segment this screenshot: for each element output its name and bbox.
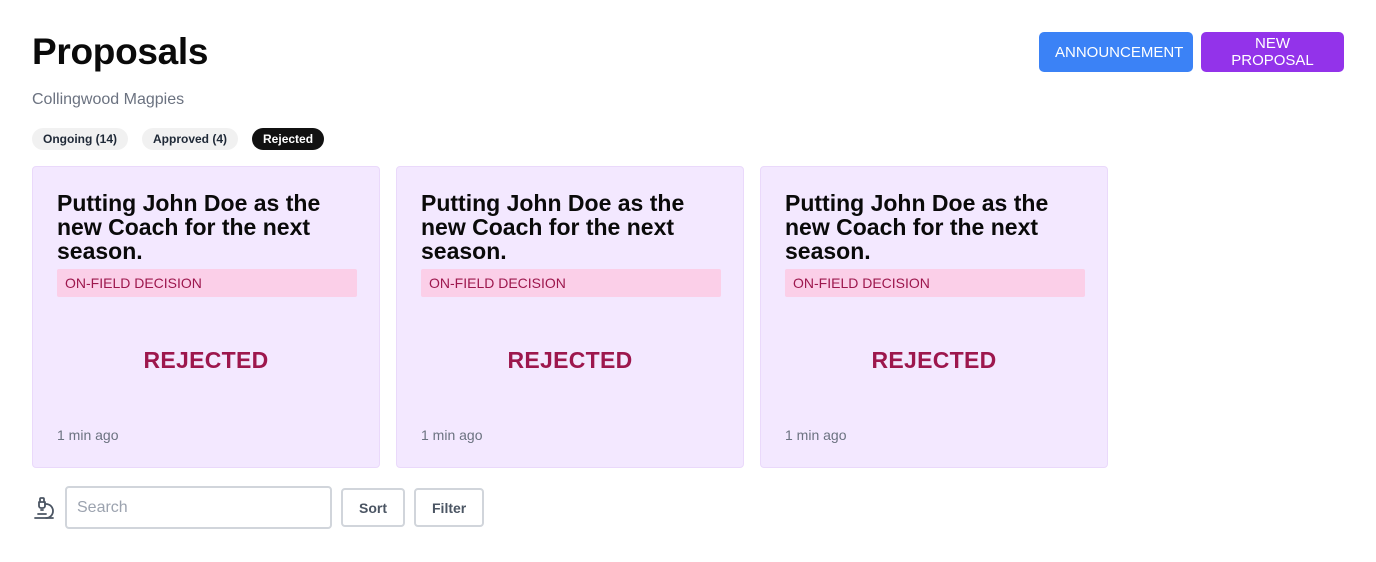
status-label: REJECTED — [871, 347, 997, 373]
tab-ongoing[interactable]: Ongoing (14) — [32, 128, 128, 150]
proposal-card[interactable]: Putting John Doe as the new Coach for th… — [760, 166, 1108, 468]
new-proposal-button[interactable]: NEW PROPOSAL — [1201, 32, 1344, 72]
filter-button[interactable]: Filter — [414, 488, 485, 527]
proposal-title: Putting John Doe as the new Coach for th… — [785, 190, 1049, 264]
tab-approved[interactable]: Approved (4) — [142, 128, 239, 150]
timestamp: 1 min ago — [57, 427, 119, 443]
search-toolbar: Sort Filter — [32, 486, 485, 529]
page-title: Proposals — [32, 31, 209, 72]
proposal-card[interactable]: Putting John Doe as the new Coach for th… — [396, 166, 744, 468]
status-label: REJECTED — [507, 347, 633, 373]
status-label: REJECTED — [143, 347, 269, 373]
proposal-list: Putting John Doe as the new Coach for th… — [32, 166, 1108, 468]
category-tag: ON-FIELD DECISION — [57, 269, 357, 297]
club-name: Collingwood Magpies — [32, 91, 185, 108]
proposal-card[interactable]: Putting John Doe as the new Coach for th… — [32, 166, 380, 468]
status-tabs: Ongoing (14) Approved (4) Rejected — [32, 128, 325, 150]
category-tag: ON-FIELD DECISION — [421, 269, 721, 297]
proposal-title: Putting John Doe as the new Coach for th… — [421, 190, 685, 264]
header-actions: ANNOUNCEMENT NEW PROPOSAL — [1039, 32, 1344, 72]
announcement-button[interactable]: ANNOUNCEMENT — [1039, 32, 1193, 72]
timestamp: 1 min ago — [421, 427, 483, 443]
tab-rejected[interactable]: Rejected — [252, 128, 325, 150]
category-tag: ON-FIELD DECISION — [785, 269, 1085, 297]
proposal-title: Putting John Doe as the new Coach for th… — [57, 190, 321, 264]
microscope-icon[interactable] — [32, 496, 56, 520]
search-input[interactable] — [65, 486, 332, 529]
sort-button[interactable]: Sort — [341, 488, 405, 527]
timestamp: 1 min ago — [785, 427, 847, 443]
